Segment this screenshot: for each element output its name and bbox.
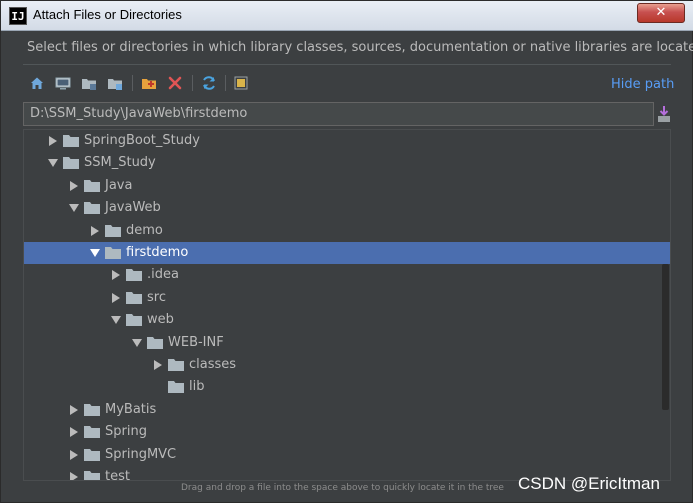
tree-row[interactable]: src: [24, 287, 670, 309]
close-button[interactable]: ✕: [637, 3, 685, 23]
path-history-button[interactable]: [656, 104, 672, 124]
title-bar[interactable]: IJ Attach Files or Directories ✕: [1, 1, 693, 31]
intellij-app-icon: IJ: [9, 7, 27, 25]
expanded-arrow-icon[interactable]: [69, 203, 79, 213]
folder-icon: [105, 247, 121, 259]
tree-row[interactable]: SpringBoot_Study: [24, 130, 670, 152]
tree-item-label: MyBatis: [105, 401, 157, 417]
tree-item-label: .idea: [147, 267, 179, 283]
tree-row[interactable]: lib: [24, 376, 670, 398]
collapsed-arrow-icon[interactable]: [69, 180, 79, 191]
folder-icon: [84, 202, 100, 215]
tree-row[interactable]: WEB-INF: [24, 332, 670, 354]
collapsed-arrow-icon[interactable]: [153, 360, 163, 370]
tree-item-label: test: [105, 469, 130, 481]
folder-icon: [126, 291, 142, 304]
folder-icon: [63, 135, 79, 147]
collapsed-arrow-icon[interactable]: [48, 136, 58, 146]
folder-icon: [84, 426, 100, 439]
tree-row[interactable]: Spring: [24, 421, 670, 443]
folder-icon: [126, 269, 142, 282]
tree-item-label: JavaWeb: [105, 200, 161, 216]
collapsed-arrow-icon[interactable]: [69, 404, 79, 415]
tree-item-label: demo: [126, 222, 163, 238]
tree-item-label: firstdemo: [126, 245, 189, 260]
tree-item-label: Spring: [105, 424, 147, 440]
divider: [23, 64, 671, 65]
path-input[interactable]: D:\SSM_Study\JavaWeb\firstdemo: [23, 102, 654, 126]
window-title: Attach Files or Directories: [33, 7, 182, 22]
tree-item-label: Java: [105, 177, 133, 193]
toolbar-separator: [132, 75, 133, 91]
collapsed-arrow-icon[interactable]: [69, 427, 79, 438]
folder-icon: [63, 157, 79, 170]
tree-row[interactable]: SpringMVC: [24, 444, 670, 466]
tree-row[interactable]: firstdemo: [24, 242, 670, 264]
module-icon[interactable]: [105, 73, 125, 93]
folder-icon: [168, 359, 184, 371]
download-icon: [658, 106, 670, 122]
tree-row[interactable]: classes: [24, 354, 670, 376]
folder-icon: [84, 471, 100, 480]
folder-icon: [168, 381, 184, 394]
collapsed-arrow-icon[interactable]: [111, 292, 121, 303]
tree-row[interactable]: demo: [24, 220, 670, 242]
toolbar-separator: [192, 75, 193, 91]
tree-item-label: src: [147, 289, 166, 305]
folder-icon: [84, 179, 100, 192]
tree-item-label: WEB-INF: [168, 334, 224, 350]
show-hidden-icon[interactable]: [231, 73, 251, 93]
collapsed-arrow-icon[interactable]: [111, 270, 121, 281]
tree-item-label: SSM_Study: [84, 155, 156, 171]
home-icon[interactable]: [27, 73, 47, 93]
close-icon: ✕: [655, 5, 667, 20]
refresh-icon[interactable]: [199, 73, 219, 93]
folder-icon: [126, 314, 142, 327]
tree-row[interactable]: web: [24, 309, 670, 331]
desktop-icon[interactable]: [53, 73, 73, 93]
project-icon[interactable]: [79, 73, 99, 93]
tree-item-label: SpringBoot_Study: [84, 133, 200, 148]
expanded-arrow-icon[interactable]: [132, 338, 142, 348]
expanded-arrow-icon[interactable]: [90, 248, 100, 258]
tree-item-label: classes: [189, 357, 237, 372]
folder-icon: [147, 336, 163, 349]
dialog-description: Select files or directories in which lib…: [27, 40, 693, 55]
delete-icon[interactable]: [165, 73, 185, 93]
drag-drop-hint: Drag and drop a file into the space abov…: [181, 483, 504, 493]
collapsed-arrow-icon[interactable]: [90, 225, 100, 236]
tree-row[interactable]: .idea: [24, 264, 670, 286]
folder-icon: [84, 448, 100, 461]
tree-item-label: SpringMVC: [105, 446, 177, 462]
attach-files-dialog: IJ Attach Files or Directories ✕ Select …: [0, 0, 693, 503]
tree-row[interactable]: MyBatis: [24, 399, 670, 421]
folder-icon: [84, 403, 100, 416]
tree-item-label: web: [147, 312, 174, 328]
new-folder-icon[interactable]: [139, 73, 159, 93]
collapsed-arrow-icon[interactable]: [69, 472, 79, 481]
toolbar-separator: [225, 75, 226, 91]
collapsed-arrow-icon[interactable]: [69, 449, 79, 460]
tree-item-label: lib: [189, 379, 205, 395]
hide-path-link[interactable]: Hide path: [611, 77, 674, 92]
tree-row[interactable]: SSM_Study: [24, 152, 670, 174]
tree-row[interactable]: Java: [24, 175, 670, 197]
expanded-arrow-icon[interactable]: [111, 315, 121, 325]
tree-scrollbar[interactable]: [662, 264, 669, 410]
folder-icon: [105, 224, 121, 237]
expanded-arrow-icon[interactable]: [48, 158, 58, 168]
directory-tree[interactable]: SpringBoot_Study SSM_Study Java JavaWeb demo…: [23, 129, 671, 481]
tree-row[interactable]: JavaWeb: [24, 197, 670, 219]
csdn-watermark: CSDN @EricItman: [518, 474, 660, 493]
